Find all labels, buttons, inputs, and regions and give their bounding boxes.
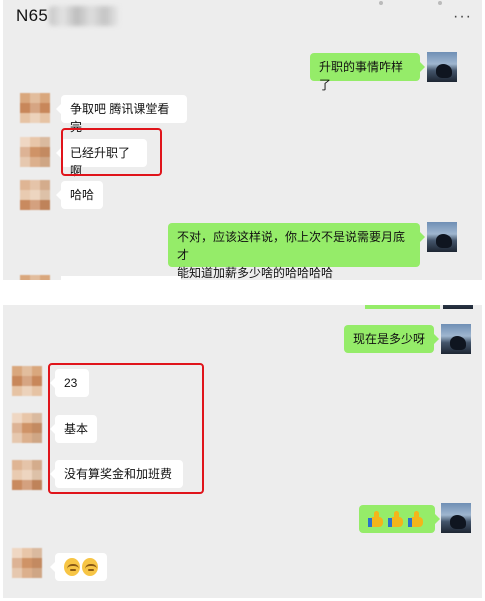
message-bubble-outgoing[interactable]: 现在是多少呀: [344, 325, 439, 353]
highlight-box: [48, 363, 204, 494]
chat-panel-top: N65 ··· 升职的事情咋样了 争取吧 腾讯课堂看完 已经升职了啊 哈哈 不对…: [3, 0, 482, 280]
contact-avatar-partial: [20, 275, 50, 280]
chat-title: N65: [16, 6, 49, 25]
message-line: 不对，应该这样说，你上次不是说需要月底才: [177, 230, 406, 262]
message-bubble-outgoing[interactable]: 不对，应该这样说，你上次不是说需要月底才 能知道加薪多少啥的哈哈哈哈: [168, 223, 425, 280]
redacted-name-blur: [49, 6, 119, 26]
contact-avatar[interactable]: [20, 137, 50, 167]
contact-avatar[interactable]: [12, 366, 42, 396]
contact-avatar[interactable]: [20, 93, 50, 123]
status-dot: [438, 1, 442, 5]
message-bubble-partial: [61, 276, 181, 280]
message-bubble-incoming[interactable]: [50, 553, 107, 581]
message-bubble-partial: [365, 305, 440, 309]
my-avatar[interactable]: [441, 503, 471, 533]
chat-panel-bottom: 现在是多少呀 23 基本 没有算奖金和加班费: [3, 305, 482, 598]
emoji-row: [64, 558, 98, 576]
my-avatar[interactable]: [427, 52, 457, 82]
message-line: 能知道加薪多少啥的哈哈哈哈: [177, 266, 334, 280]
message-bubble-outgoing[interactable]: 升职的事情咋样了: [310, 53, 425, 92]
thumbs-up-icon: [368, 510, 386, 528]
my-avatar[interactable]: [441, 324, 471, 354]
more-options-icon[interactable]: ···: [453, 8, 472, 26]
smile-face-icon: [64, 558, 80, 576]
smile-face-icon: [82, 558, 98, 576]
my-avatar[interactable]: [427, 222, 457, 252]
thumbs-up-icon: [388, 510, 406, 528]
my-avatar-partial: [443, 305, 473, 309]
contact-avatar[interactable]: [12, 548, 42, 578]
emoji-row: [368, 510, 426, 528]
highlight-box: [61, 128, 162, 176]
status-dot: [379, 1, 383, 5]
contact-avatar[interactable]: [20, 180, 50, 210]
contact-avatar[interactable]: [12, 413, 42, 443]
contact-avatar[interactable]: [12, 460, 42, 490]
thumbs-up-icon: [408, 510, 426, 528]
chat-header: N65 ···: [3, 0, 482, 34]
message-bubble-outgoing[interactable]: [359, 505, 440, 533]
message-bubble-incoming[interactable]: 争取吧 腾讯课堂看完: [56, 95, 187, 134]
message-bubble-incoming[interactable]: 哈哈: [56, 181, 103, 209]
